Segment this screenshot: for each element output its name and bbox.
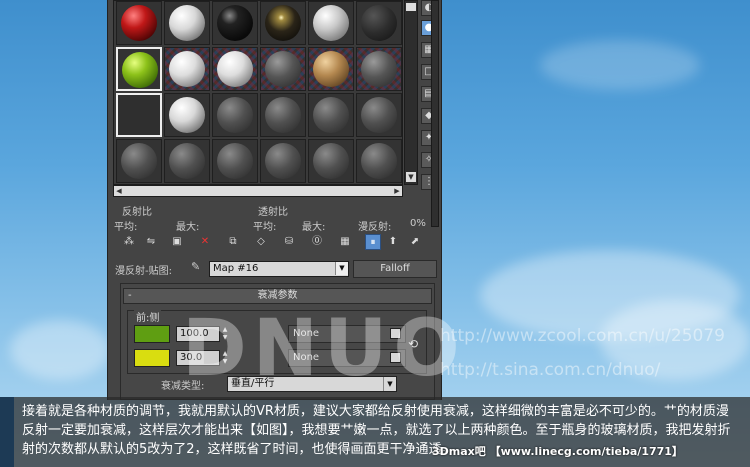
avg-label-2: 平均: <box>253 222 277 233</box>
scroll-right-arrow[interactable]: ▶ <box>392 186 402 196</box>
panel-scrollbar[interactable] <box>431 0 439 227</box>
material-slot[interactable] <box>356 139 402 183</box>
material-id-icon[interactable]: ⓪ <box>309 234 325 250</box>
show-end-result-icon[interactable]: ⏸ <box>365 234 381 250</box>
material-preview-sphere <box>265 143 301 179</box>
material-slot[interactable] <box>356 1 402 45</box>
cloud <box>10 320 110 380</box>
material-slot[interactable] <box>212 1 258 45</box>
material-slot[interactable] <box>260 93 306 137</box>
material-slot[interactable] <box>308 47 354 91</box>
material-preview-sphere <box>217 51 253 87</box>
material-slots-area <box>113 0 403 185</box>
rollout-header[interactable]: - 衰减参数 <box>123 288 432 304</box>
scroll-thumb[interactable] <box>406 3 416 11</box>
diffuse-ratio-label: 漫反射: <box>358 222 392 233</box>
material-slot[interactable] <box>164 139 210 183</box>
material-slot[interactable] <box>308 93 354 137</box>
scroll-left-arrow[interactable]: ◀ <box>114 186 124 196</box>
material-preview-sphere <box>361 5 397 41</box>
make-unique-icon[interactable]: ◇ <box>253 234 269 250</box>
go-to-parent-icon[interactable]: ⬆ <box>385 234 401 250</box>
material-slot[interactable] <box>356 47 402 91</box>
rollout-title: 衰减参数 <box>257 290 298 301</box>
cloud <box>540 40 700 90</box>
map-name-field[interactable]: Map #16 <box>209 261 349 277</box>
eyedropper-icon[interactable]: ✎ <box>191 260 200 273</box>
material-preview-sphere <box>361 143 397 179</box>
material-preview-sphere <box>169 97 205 133</box>
material-preview-sphere <box>169 5 205 41</box>
material-preview-sphere <box>121 143 157 179</box>
material-slot[interactable] <box>308 139 354 183</box>
avg-label-1: 平均: <box>114 222 138 233</box>
refract-ratio-label: 透射比 <box>258 207 288 218</box>
dnuo-watermark: DNUO <box>182 304 466 394</box>
material-slot[interactable] <box>164 93 210 137</box>
material-slot[interactable] <box>260 139 306 183</box>
material-preview-sphere <box>313 143 349 179</box>
material-preview-sphere <box>265 51 301 87</box>
material-slot[interactable] <box>116 47 162 91</box>
slots-vertical-scrollbar[interactable]: ▼ <box>404 0 418 185</box>
front-color-swatch[interactable] <box>134 325 170 343</box>
material-slot[interactable] <box>308 1 354 45</box>
material-preview-sphere <box>361 51 397 87</box>
collapse-icon: - <box>128 290 132 301</box>
material-preview-sphere <box>121 5 157 41</box>
map-type-button[interactable]: Falloff <box>353 260 437 278</box>
get-material-icon[interactable]: ⁂ <box>121 234 137 250</box>
put-to-library-icon[interactable]: ⛁ <box>281 234 297 250</box>
side-color-swatch[interactable] <box>134 349 170 367</box>
material-slot[interactable] <box>212 139 258 183</box>
percent-label: 0% <box>410 218 426 229</box>
material-slot[interactable] <box>260 47 306 91</box>
material-slot[interactable] <box>116 139 162 183</box>
material-preview-sphere <box>361 97 397 133</box>
material-preview-sphere <box>169 143 205 179</box>
material-preview-sphere <box>122 52 158 88</box>
material-preview-sphere <box>265 97 301 133</box>
reset-map-icon[interactable]: ✕ <box>197 234 213 250</box>
material-slot[interactable] <box>164 47 210 91</box>
material-slot[interactable] <box>212 47 258 91</box>
material-preview-sphere <box>313 97 349 133</box>
material-preview-sphere <box>217 143 253 179</box>
slots-horizontal-scrollbar[interactable]: ◀ ▶ <box>113 185 403 197</box>
diffuse-map-label: 漫反射-贴图: <box>115 266 172 277</box>
source-credit: 3Dmax吧 【www.linecg.com/tieba/1771】 <box>432 445 683 458</box>
sina-url-watermark: http://t.sina.com.cn/dnuo/ <box>440 360 661 380</box>
scroll-down-arrow[interactable]: ▼ <box>406 172 416 182</box>
show-map-in-viewport-icon[interactable]: ▦ <box>337 234 353 250</box>
material-slot[interactable] <box>116 1 162 45</box>
diffuse-map-row: 漫反射-贴图: ✎ Map #16 ▼ Falloff <box>113 259 438 279</box>
material-preview-sphere <box>313 51 349 87</box>
assign-to-selection-icon[interactable]: ▣ <box>169 234 185 250</box>
max-label-2: 最大: <box>302 222 326 233</box>
material-slot[interactable] <box>164 1 210 45</box>
material-preview-sphere <box>217 5 253 41</box>
copy-material-icon[interactable]: ⧉ <box>225 234 241 250</box>
material-slot[interactable] <box>260 1 306 45</box>
put-to-scene-icon[interactable]: ⇋ <box>143 234 159 250</box>
caption-left-edge <box>0 397 14 467</box>
material-preview-sphere <box>169 51 205 87</box>
go-forward-sibling-icon[interactable]: ⬈ <box>407 234 423 250</box>
material-preview-sphere <box>217 97 253 133</box>
material-preview-sphere <box>313 5 349 41</box>
max-label-1: 最大: <box>176 222 200 233</box>
zcool-url-watermark: http://www.zcool.com.cn/u/25079 <box>440 326 725 346</box>
material-slot[interactable] <box>212 93 258 137</box>
material-slot[interactable] <box>356 93 402 137</box>
map-name-dropdown-icon[interactable]: ▼ <box>335 262 348 275</box>
material-toolbar: ⁂ ⇋ ▣ ✕ ⧉ ◇ ⛁ ⓪ ▦ ⏸ ⬆ ⬈ <box>113 233 438 251</box>
reflect-ratio-label: 反射比 <box>122 207 152 218</box>
material-preview-sphere <box>265 5 301 41</box>
material-slot[interactable] <box>116 93 162 137</box>
front-side-label: 前:侧 <box>134 309 162 324</box>
